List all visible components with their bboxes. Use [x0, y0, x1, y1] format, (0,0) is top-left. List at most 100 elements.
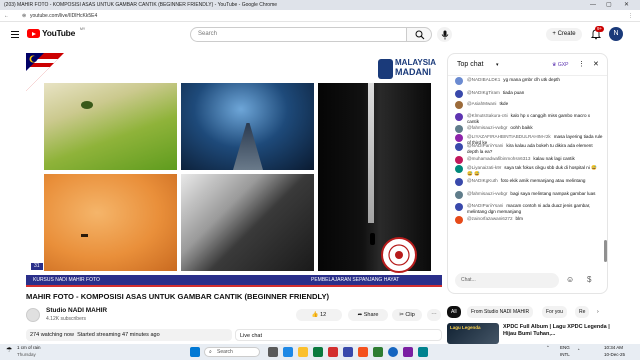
chat-avatar[interactable]: [455, 203, 463, 211]
channel-avatar[interactable]: [26, 308, 40, 322]
chat-avatar[interactable]: [455, 101, 463, 109]
create-button[interactable]: + Create: [546, 28, 582, 41]
clock-time[interactable]: 10:34 AM: [604, 345, 623, 350]
chat-avatar[interactable]: [455, 90, 463, 98]
chip-for-you[interactable]: For you: [542, 306, 567, 318]
chat-message[interactable]: @NADIKgTiram tiada puan: [455, 90, 603, 98]
search-input[interactable]: Search: [190, 27, 407, 42]
start-windows-icon[interactable]: [190, 347, 200, 357]
chat-author[interactable]: @NADIPariiYsani: [467, 203, 503, 208]
chat-avatar[interactable]: [455, 134, 463, 142]
app-icon-4[interactable]: [403, 347, 413, 357]
wifi-icon[interactable]: ◔: [577, 347, 580, 352]
subscriber-count: 4.12K subscribers: [46, 316, 87, 322]
chat-author[interactable]: @fahmisauzi-vwbgr: [467, 125, 507, 130]
chat-author[interactable]: @NADIPariiYsani: [467, 143, 503, 148]
chat-author[interactable]: @AsiahMwani: [467, 101, 496, 106]
more-actions-button[interactable]: ⋯: [427, 309, 441, 321]
chip-all[interactable]: All: [447, 306, 461, 318]
close-icon[interactable]: ✕: [624, 0, 629, 10]
minimize-icon[interactable]: —: [590, 0, 596, 10]
chat-message[interactable]: @muhamadwafibinmohsn6313 kalau nak lagi c…: [455, 156, 603, 164]
chat-message[interactable]: @fahmisauzi-vwbgr bagi saya melintang nam…: [455, 191, 603, 199]
chevron-right-icon[interactable]: ›: [597, 306, 599, 318]
address-bar[interactable]: ← ⊜ youtube.com/live/IIDlHcKk5E4 ⋮: [0, 10, 640, 22]
emoji-icon[interactable]: ☺: [566, 275, 574, 284]
chat-avatar[interactable]: [455, 125, 463, 133]
weather-text[interactable]: 1 cm of rain: [17, 345, 41, 350]
url-text[interactable]: youtube.com/live/IIDlHcKk5E4: [30, 10, 97, 22]
video-info-bar[interactable]: 274 watching now Started streaming 47 mi…: [26, 329, 232, 341]
app-icon-3[interactable]: [343, 347, 353, 357]
chip-from-channel[interactable]: From Studio NADI MAHIR: [467, 306, 534, 318]
chat-author[interactable]: @LIYAZAFIRAHBINTIABDULRAHIM-r2k: [467, 134, 551, 139]
chat-avatar[interactable]: [455, 165, 463, 173]
back-icon[interactable]: ←: [4, 10, 9, 22]
excel-icon[interactable]: [373, 347, 383, 357]
app-icon-5[interactable]: [418, 347, 428, 357]
taskbar-search[interactable]: ⌕ Search: [204, 347, 260, 357]
related-video-title[interactable]: XPDC Full Album | Lagu XPDC Legenda | Hi…: [503, 324, 613, 338]
youtube-logo-icon[interactable]: [27, 29, 40, 38]
file-explorer-icon[interactable]: [298, 347, 308, 357]
chip-recent[interactable]: Re: [575, 306, 590, 318]
tray-chevron-icon[interactable]: ⌃: [546, 345, 550, 351]
chat-avatar[interactable]: [455, 156, 463, 164]
chat-avatar[interactable]: [455, 216, 463, 224]
site-info-icon[interactable]: ⊜: [22, 10, 26, 22]
menu-dots-icon[interactable]: ⋮: [628, 10, 633, 22]
top-chat-dropdown[interactable]: Top chat: [457, 61, 483, 68]
weather-rain-icon[interactable]: ☂: [6, 346, 12, 354]
task-view-icon[interactable]: [268, 347, 278, 357]
chat-menu-icon[interactable]: ⋮: [578, 54, 585, 76]
edge-browser-icon[interactable]: [313, 347, 323, 357]
chat-avatar[interactable]: [455, 77, 463, 85]
channel-name[interactable]: Studio NADI MAHIR: [46, 307, 107, 314]
account-avatar[interactable]: N: [609, 27, 623, 41]
chat-message[interactable]: @NADIPariiYsani macam contoh ni ada dua2 …: [455, 203, 603, 215]
share-button[interactable]: ➦ Share: [348, 309, 388, 321]
chevron-down-icon[interactable]: ▾: [496, 54, 499, 76]
chat-author[interactable]: @Liyanaizati-k9r: [467, 165, 501, 170]
chat-author[interactable]: @muhamadwafibinmohsn6313: [467, 156, 530, 161]
chat-message-body: @fahmisauzi-vwbgr bagi saya melintang nam…: [467, 191, 603, 197]
chat-author[interactable]: @NADIBALDK1: [467, 77, 500, 82]
app-icon-2[interactable]: [328, 347, 338, 357]
chat-author[interactable]: @NADIKgTiram: [467, 90, 500, 95]
related-video-thumbnail[interactable]: Lagu Legenda: [447, 323, 499, 344]
language-code[interactable]: ENG: [560, 345, 570, 350]
chat-message[interactable]: @AsiahMwani tkde: [455, 101, 603, 109]
live-chat-toggle[interactable]: Live chat: [235, 329, 442, 341]
chat-author[interactable]: @NADIKgKuth: [467, 178, 498, 183]
video-player[interactable]: MALAYSIA MADANI 31 KURSUS NADI MAHIR FOT…: [26, 53, 442, 287]
chrome-icon[interactable]: [388, 347, 398, 357]
app-icon-1[interactable]: [283, 347, 293, 357]
voice-search-button[interactable]: [437, 27, 452, 42]
chat-avatar[interactable]: [455, 143, 463, 151]
chat-input[interactable]: Chat...: [455, 273, 559, 288]
search-button[interactable]: [406, 27, 432, 42]
chat-avatar[interactable]: [455, 113, 463, 121]
office-icon[interactable]: [358, 347, 368, 357]
chat-message[interactable]: @Liyanaizati-k9r saya tak fokus cikgu sbb…: [455, 165, 603, 177]
maximize-icon[interactable]: ▢: [606, 0, 612, 10]
member-badge[interactable]: ♛ GXP: [552, 54, 568, 76]
chat-message[interactable]: @NADIPariiYsani kira kalau ada bokeh tu d…: [455, 143, 603, 155]
chat-message[interactable]: @zainorfazawani6272 blm: [455, 216, 603, 224]
chat-author[interactable]: @zainorfazawani6272: [467, 216, 513, 221]
chat-message[interactable]: @KlmutsSakura-c6i kalo hp x canggih miss …: [455, 113, 603, 125]
chat-message[interactable]: @NADIBALDK1 yg mana gmbr clh utk depth: [455, 77, 603, 85]
like-button[interactable]: 👍 12: [296, 309, 342, 321]
chat-message[interactable]: @fahmisauzi-vwbgr oohh baikk: [455, 125, 603, 133]
youtube-logo-text[interactable]: YouTube: [42, 28, 75, 38]
menu-icon[interactable]: [11, 31, 19, 38]
close-chat-icon[interactable]: ✕: [593, 54, 599, 76]
chat-author[interactable]: @fahmisauzi-vwbgr: [467, 191, 507, 196]
chat-avatar[interactable]: [455, 178, 463, 186]
chat-scrollbar[interactable]: [604, 240, 607, 262]
chat-author[interactable]: @KlmutsSakura-c6i: [467, 113, 508, 118]
chat-avatar[interactable]: [455, 191, 463, 199]
chat-message[interactable]: @NADIKgKuth foto ekik amik memanjang atau…: [455, 178, 603, 186]
super-chat-icon[interactable]: $: [587, 275, 591, 284]
clip-button[interactable]: ✂ Clip: [392, 309, 422, 321]
